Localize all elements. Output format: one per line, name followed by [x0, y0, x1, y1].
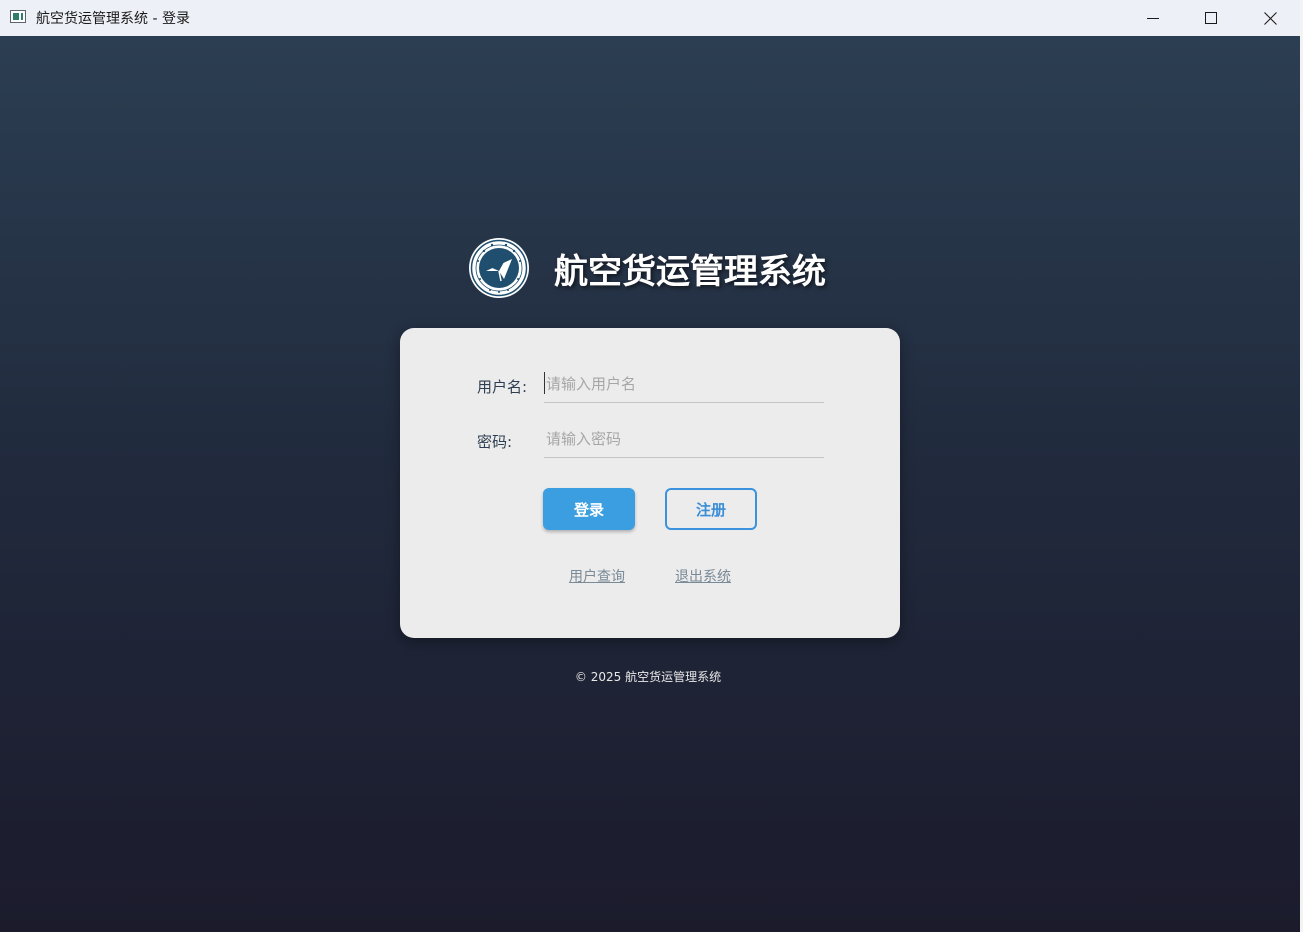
university-seal-logo-icon	[469, 238, 529, 298]
close-button[interactable]	[1241, 0, 1299, 36]
password-label: 密码:	[477, 433, 513, 451]
password-input[interactable]	[544, 421, 824, 458]
app-icon	[10, 10, 26, 23]
minimize-button[interactable]	[1124, 0, 1182, 36]
maximize-button[interactable]	[1182, 0, 1240, 36]
copyright-footer: © 2025 航空货运管理系统	[574, 670, 722, 684]
username-label: 用户名:	[477, 378, 528, 396]
maximize-icon	[1205, 12, 1217, 24]
login-card: 用户名: 密码: 登录 注册 用户查询 退出系统	[400, 328, 900, 638]
title-bar[interactable]: 航空货运管理系统 - 登录	[0, 0, 1300, 36]
user-query-link[interactable]: 用户查询	[569, 566, 625, 586]
exit-system-link[interactable]: 退出系统	[675, 566, 731, 586]
register-button[interactable]: 注册	[665, 488, 757, 530]
login-button[interactable]: 登录	[543, 488, 635, 530]
close-icon	[1263, 11, 1277, 25]
app-title: 航空货运管理系统	[554, 251, 826, 292]
text-caret	[544, 372, 545, 394]
login-window: 航空货运管理系统 - 登录 航空货运管理系统 用户名: 请输入用户名 密码: 登…	[0, 0, 1300, 932]
brand-header: 航空货运管理系统	[468, 237, 826, 299]
username-input[interactable]	[544, 366, 824, 403]
window-title: 航空货运管理系统 - 登录	[36, 11, 190, 27]
minimize-icon	[1147, 18, 1159, 19]
